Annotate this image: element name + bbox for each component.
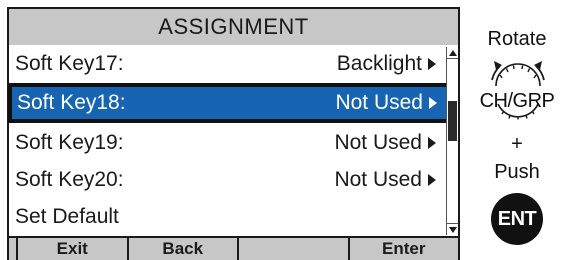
softkey-enter[interactable]: Enter — [350, 238, 459, 260]
value-text: Not Used — [334, 130, 422, 154]
scrollbar[interactable] — [446, 47, 458, 235]
value-text: Not Used — [334, 167, 422, 191]
ent-button[interactable]: ENT — [491, 193, 543, 245]
scroll-down-icon[interactable] — [447, 223, 458, 235]
softkey-exit[interactable]: Exit — [18, 238, 129, 260]
right-arrow-icon — [428, 136, 436, 149]
softkey-blank[interactable] — [239, 238, 350, 260]
right-arrow-icon — [428, 57, 436, 70]
value-text: Backlight — [336, 51, 422, 75]
menu-item-soft-key20[interactable]: Soft Key20: Not Used — [9, 161, 446, 198]
value-text: Not Used — [335, 91, 423, 114]
scroll-up-icon[interactable] — [447, 47, 458, 59]
menu-item-label: Soft Key17: — [15, 51, 124, 75]
menu-item-soft-key18[interactable]: Soft Key18: Not Used — [8, 83, 450, 123]
menu-item-value: Not Used — [334, 161, 436, 198]
push-label: Push — [494, 161, 540, 183]
menu-item-label: Soft Key19: — [15, 130, 124, 154]
softkey-back[interactable]: Back — [129, 238, 239, 260]
menu-item-value: Backlight — [337, 45, 436, 82]
right-arrow-icon — [429, 97, 437, 109]
menu-item-set-default[interactable]: Set Default — [9, 198, 446, 235]
right-arrow-icon — [428, 173, 436, 186]
menu-item-label: Set Default — [15, 204, 119, 228]
menu-item-value: Not Used — [335, 86, 437, 120]
plus-sign: + — [511, 133, 523, 155]
softkey-bar: Exit Back Enter — [9, 236, 458, 260]
scroll-thumb[interactable] — [448, 101, 457, 141]
rotate-label: Rotate — [487, 28, 547, 50]
menu-item-soft-key19[interactable]: Soft Key19: Not Used — [9, 124, 446, 161]
menu-list: Soft Key17: Backlight Soft Key18: Not Us… — [8, 45, 450, 235]
menu-item-label: Soft Key18: — [17, 91, 126, 114]
menu-item-label: Soft Key20: — [15, 167, 124, 191]
screen-title: ASSIGNMENT — [9, 7, 458, 45]
softkey-edge — [9, 238, 18, 260]
lcd-screen: ASSIGNMENT Soft Key17: Backlight Soft Ke… — [7, 7, 460, 260]
menu-item-soft-key17[interactable]: Soft Key17: Backlight — [9, 45, 446, 82]
menu-item-value: Not Used — [334, 124, 436, 161]
knob-label: CH/GRP — [479, 90, 555, 112]
